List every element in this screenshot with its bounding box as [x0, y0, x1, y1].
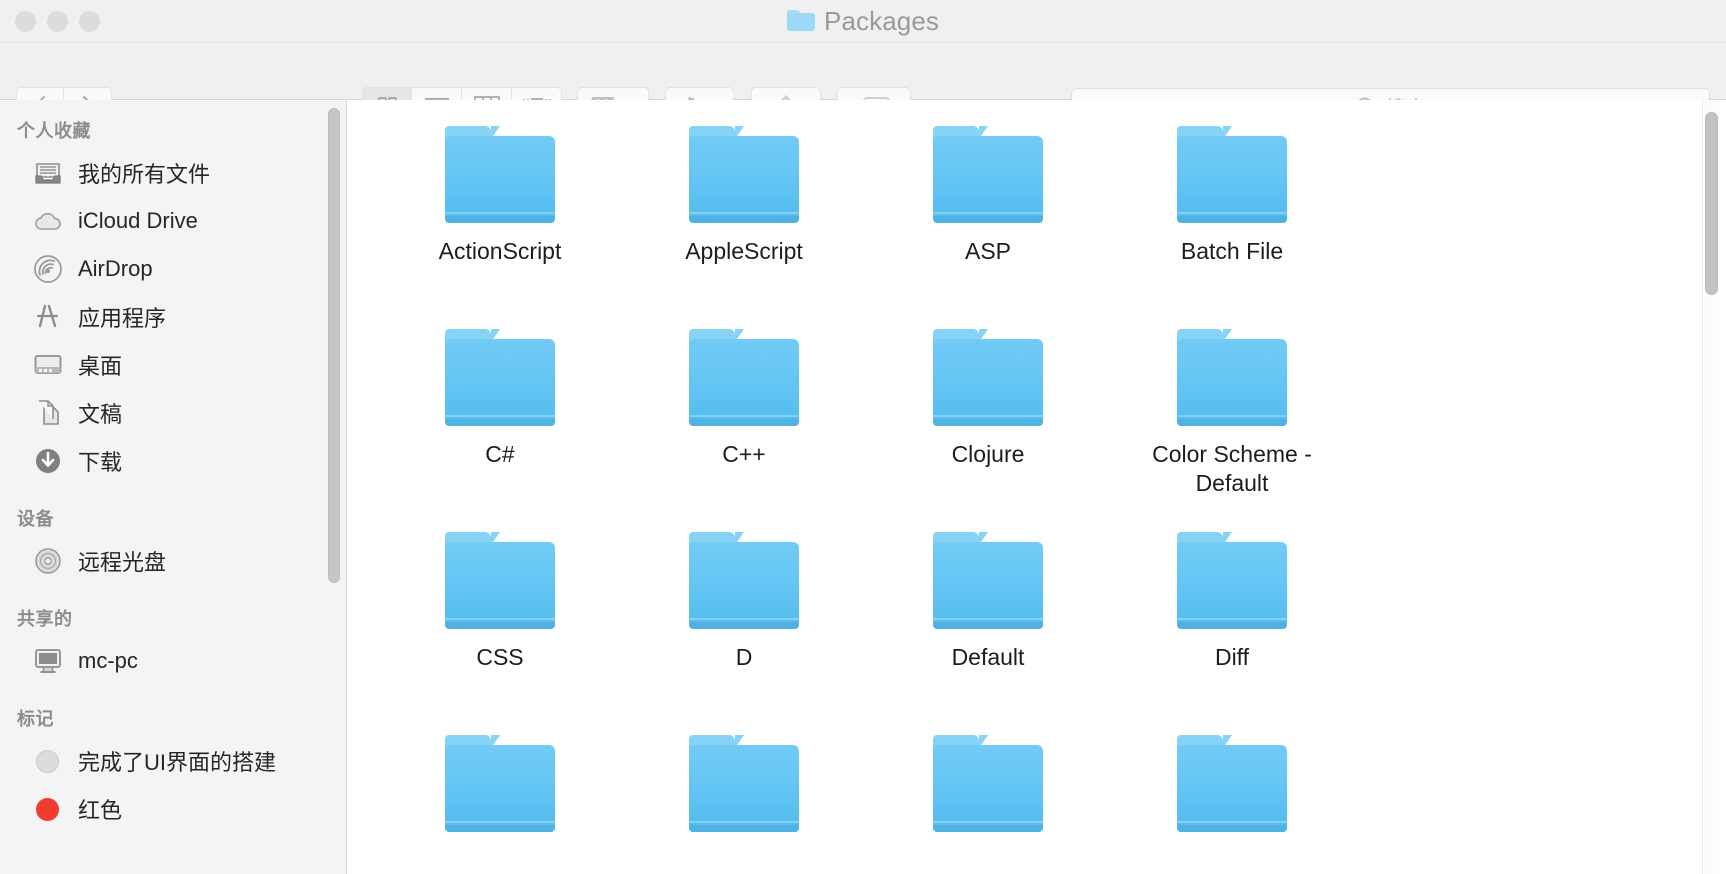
zoom-button[interactable] — [79, 11, 100, 32]
sidebar-item-airdrop[interactable]: AirDrop — [0, 245, 346, 293]
close-button[interactable] — [15, 11, 36, 32]
folder-icon — [1177, 329, 1287, 426]
file-item-label: Diff — [1214, 644, 1250, 670]
sidebar-item-icloud-drive[interactable]: iCloud Drive — [0, 197, 346, 245]
file-item[interactable]: ASP — [866, 114, 1110, 317]
shared-computer-icon — [32, 645, 64, 677]
sidebar-section-devices-title: 设备 — [17, 509, 54, 529]
sidebar-item-label: iCloud Drive — [78, 208, 198, 233]
file-item[interactable]: Default — [866, 520, 1110, 723]
finder-window: Packages 个人收藏 我的所有文件 iCloud Drive AirDro… — [0, 0, 1726, 874]
file-item-label: ASP — [964, 238, 1012, 264]
folder-icon — [689, 532, 799, 629]
file-item[interactable]: ActionScript — [378, 114, 622, 317]
file-item-label: C# — [485, 441, 515, 467]
sidebar-item-label: 下载 — [78, 450, 123, 475]
icloud-icon — [32, 205, 64, 237]
sidebar-item-label: 文稿 — [78, 402, 123, 427]
file-item-label: Clojure — [951, 441, 1025, 467]
file-grid: ActionScript AppleScript ASP Batch File … — [348, 100, 1726, 874]
file-item-label: D — [735, 644, 753, 670]
sidebar-item-desktop[interactable]: 桌面 — [0, 341, 346, 389]
sidebar-section-shared-title: 共享的 — [17, 609, 73, 629]
folder-icon — [445, 126, 555, 223]
window-title-text: Packages — [824, 6, 939, 36]
folder-icon — [933, 126, 1043, 223]
sidebar-item-label: 远程光盘 — [78, 550, 167, 575]
applications-icon — [32, 301, 64, 333]
sidebar-item-label: 红色 — [78, 798, 123, 823]
sidebar-item-remote-disc[interactable]: 远程光盘 — [0, 537, 346, 585]
folder-icon — [689, 329, 799, 426]
sidebar-item-label: 完成了UI界面的搭建 — [78, 750, 277, 775]
sidebar-item-label: 我的所有文件 — [78, 162, 211, 187]
folder-icon — [787, 10, 815, 31]
sidebar-item-label: 应用程序 — [78, 306, 167, 331]
sidebar-item-downloads[interactable]: 下载 — [0, 437, 346, 485]
sidebar-item-applications[interactable]: 应用程序 — [0, 293, 346, 341]
file-item[interactable]: D — [622, 520, 866, 723]
file-item[interactable] — [866, 723, 1110, 874]
folder-icon — [933, 329, 1043, 426]
file-item-label: AppleScript — [685, 238, 803, 264]
sidebar-item-label: AirDrop — [78, 256, 153, 281]
file-item-label: C++ — [722, 441, 766, 467]
file-grid-area[interactable]: ActionScript AppleScript ASP Batch File … — [348, 100, 1726, 874]
sidebar-item-documents[interactable]: 文稿 — [0, 389, 346, 437]
sidebar-item-label: 桌面 — [78, 354, 123, 379]
file-item[interactable]: AppleScript — [622, 114, 866, 317]
file-item-label: Color Scheme - Default — [1152, 441, 1312, 496]
file-item-label: ActionScript — [438, 238, 562, 264]
file-item[interactable] — [622, 723, 866, 874]
folder-icon — [933, 735, 1043, 832]
folder-icon — [1177, 735, 1287, 832]
file-item[interactable] — [1110, 723, 1354, 874]
sidebar[interactable]: 个人收藏 我的所有文件 iCloud Drive AirDrop 应用程序 桌面… — [0, 100, 347, 874]
airdrop-icon — [32, 253, 64, 285]
file-item-label: CSS — [476, 644, 524, 670]
sidebar-scrollbar-thumb[interactable] — [328, 108, 340, 583]
file-item[interactable]: Diff — [1110, 520, 1354, 723]
file-item-label: Default — [951, 644, 1025, 670]
content-scrollbar-thumb[interactable] — [1705, 112, 1718, 295]
desktop-icon — [32, 349, 64, 381]
all-my-files-icon — [32, 157, 64, 189]
traffic-light-group — [15, 11, 100, 32]
content-scrollbar-track[interactable] — [1702, 100, 1719, 874]
file-item[interactable]: CSS — [378, 520, 622, 723]
folder-icon — [933, 532, 1043, 629]
file-item[interactable]: Batch File — [1110, 114, 1354, 317]
folder-icon — [689, 735, 799, 832]
file-item[interactable]: C# — [378, 317, 622, 520]
file-item[interactable]: C++ — [622, 317, 866, 520]
downloads-icon — [32, 445, 64, 477]
sidebar-section-tags-title: 标记 — [17, 709, 54, 729]
window-title: Packages — [0, 0, 1726, 43]
folder-icon — [1177, 532, 1287, 629]
sidebar-section-favorites-title: 个人收藏 — [17, 121, 91, 141]
file-item[interactable]: Clojure — [866, 317, 1110, 520]
minimize-button[interactable] — [47, 11, 68, 32]
sidebar-item-all-my-files[interactable]: 我的所有文件 — [0, 149, 346, 197]
folder-icon — [445, 735, 555, 832]
documents-icon — [32, 397, 64, 429]
remote-disc-icon — [32, 545, 64, 577]
title-bar: Packages — [0, 0, 1726, 43]
sidebar-tag-ui-complete[interactable]: 完成了UI界面的搭建 — [0, 737, 346, 785]
sidebar-tag-red[interactable]: 红色 — [0, 785, 346, 833]
tag-dot-icon — [36, 797, 59, 821]
sidebar-item-mc-pc[interactable]: mc-pc — [0, 637, 346, 685]
toolbar: 搜索 — [0, 43, 1726, 125]
file-item[interactable] — [378, 723, 622, 874]
folder-icon — [1177, 126, 1287, 223]
folder-icon — [445, 329, 555, 426]
sidebar-item-label: mc-pc — [78, 648, 138, 673]
folder-icon — [445, 532, 555, 629]
folder-icon — [689, 126, 799, 223]
tag-dot-icon — [36, 749, 59, 773]
file-item[interactable]: Color Scheme - Default — [1110, 317, 1354, 520]
file-item-label: Batch File — [1180, 238, 1284, 264]
